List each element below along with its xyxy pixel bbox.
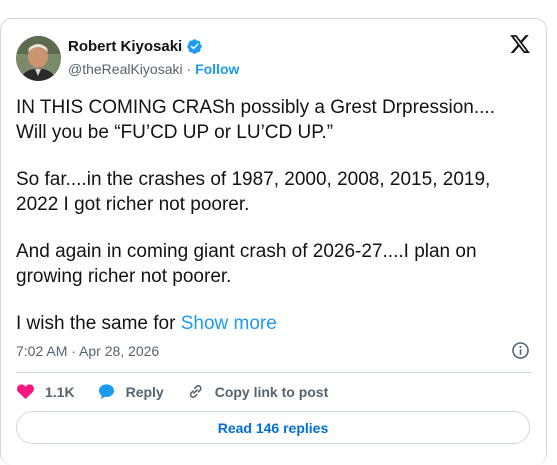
like-count: 1.1K [45,383,75,400]
like-button[interactable]: 1.1K [16,382,75,401]
tweet-timestamp[interactable]: 7:02 AM · Apr 28, 2026 [16,343,159,359]
verified-badge-icon [186,38,203,55]
author-avatar[interactable] [16,36,61,81]
copy-link-button[interactable]: Copy link to post [186,382,329,401]
divider [16,372,531,373]
reply-bubble-icon [98,384,114,400]
tweet-paragraph: IN THIS COMING CRASh possibly a Grest Dr… [16,97,495,143]
tweet-text: IN THIS COMING CRASh possibly a Grest Dr… [16,95,536,336]
link-icon [189,385,202,398]
show-more-link[interactable]: Show more [181,313,277,334]
tweet-paragraph: So far....in the crashes of 1987, 2000, … [16,169,491,215]
x-logo-icon[interactable] [509,33,531,55]
action-bar: 1.1K Reply Copy link to post [16,382,350,401]
info-icon[interactable] [511,341,530,360]
heart-icon [17,384,34,400]
author-handle[interactable]: @theRealKiyosaki [68,61,183,77]
reply-label: Reply [125,383,164,400]
handle-separator: · [186,61,192,77]
follow-button[interactable]: Follow [195,61,239,77]
tweet-paragraph: And again in coming giant crash of 2026-… [16,241,477,287]
author-name[interactable]: Robert Kiyosaki [68,38,182,55]
reply-button[interactable]: Reply [97,382,164,401]
tweet-truncated-text: I wish the same for [16,313,181,334]
read-replies-button[interactable]: Read 146 replies [16,411,530,444]
copy-link-label: Copy link to post [214,383,329,400]
